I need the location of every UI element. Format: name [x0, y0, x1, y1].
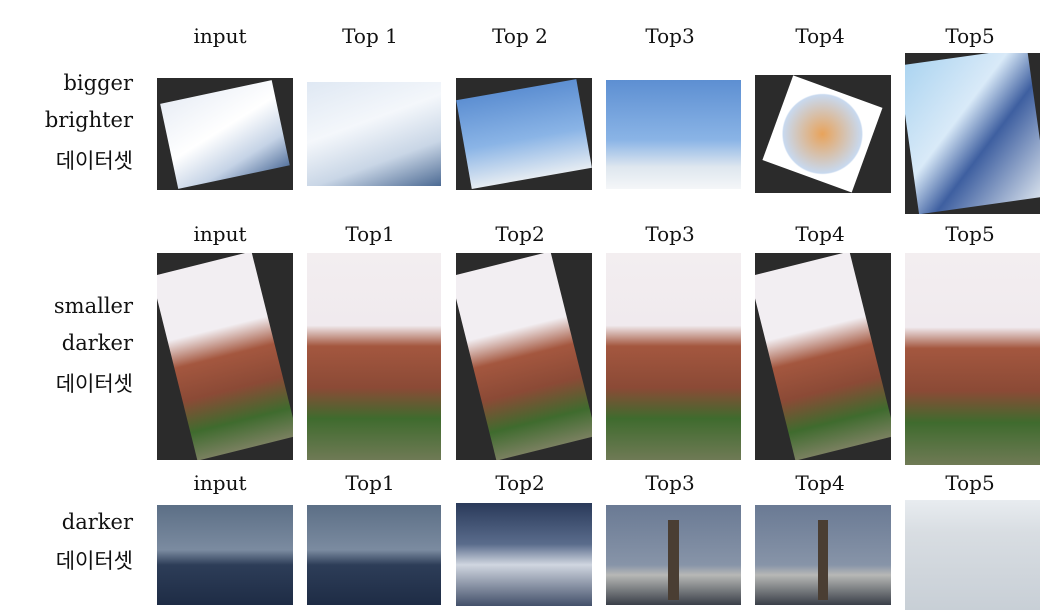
result-photo-statue: [755, 505, 891, 605]
input-photo-church: [157, 253, 293, 460]
result-photo-ink-painting: [905, 500, 1040, 610]
row-label: 데이터셋: [55, 149, 133, 173]
column-header: input: [193, 471, 247, 495]
result-photo-snowboard-jump: [456, 78, 592, 190]
retrieval-results-figure: bigger brighter 데이터셋 input Top 1 Top 2 T…: [0, 0, 1047, 615]
column-header: Top5: [945, 471, 995, 495]
result-photo-church: [307, 253, 441, 460]
result-photo-harbor: [456, 503, 592, 606]
column-header: Top 1: [342, 24, 398, 48]
input-photo-ski-slope: [157, 78, 293, 190]
result-photo-snowboard-jump: [606, 80, 741, 189]
result-photo-ski-slope: [307, 82, 441, 186]
column-header: Top5: [945, 222, 995, 246]
result-photo-church: [905, 253, 1040, 465]
column-header: Top5: [945, 24, 995, 48]
column-header: Top3: [645, 471, 695, 495]
column-header: input: [193, 24, 247, 48]
input-photo-sailboats: [157, 505, 293, 605]
result-photo-artwork: [755, 75, 891, 193]
column-header: Top4: [795, 471, 845, 495]
result-photo-cathedral: [456, 253, 592, 460]
result-photo-painting: [905, 53, 1040, 214]
column-header: Top4: [795, 24, 845, 48]
column-header: input: [193, 222, 247, 246]
column-header: Top3: [645, 24, 695, 48]
result-photo-statue: [606, 505, 741, 605]
column-header: Top1: [345, 222, 395, 246]
column-header: Top 2: [492, 24, 548, 48]
column-header: Top1: [345, 471, 395, 495]
row-label: 데이터셋: [55, 372, 133, 396]
result-photo-cathedral: [606, 253, 741, 460]
column-header: Top2: [495, 471, 545, 495]
row-label: bigger: [63, 71, 133, 95]
result-photo-sailboats: [307, 505, 441, 605]
column-header: Top4: [795, 222, 845, 246]
result-photo-church: [755, 253, 891, 460]
row-label: darker: [61, 331, 133, 355]
column-header: Top2: [495, 222, 545, 246]
column-header: Top3: [645, 222, 695, 246]
row-label: brighter: [44, 108, 133, 132]
row-label: darker: [61, 510, 133, 534]
row-label: 데이터셋: [55, 549, 133, 573]
row-label: smaller: [53, 294, 133, 318]
